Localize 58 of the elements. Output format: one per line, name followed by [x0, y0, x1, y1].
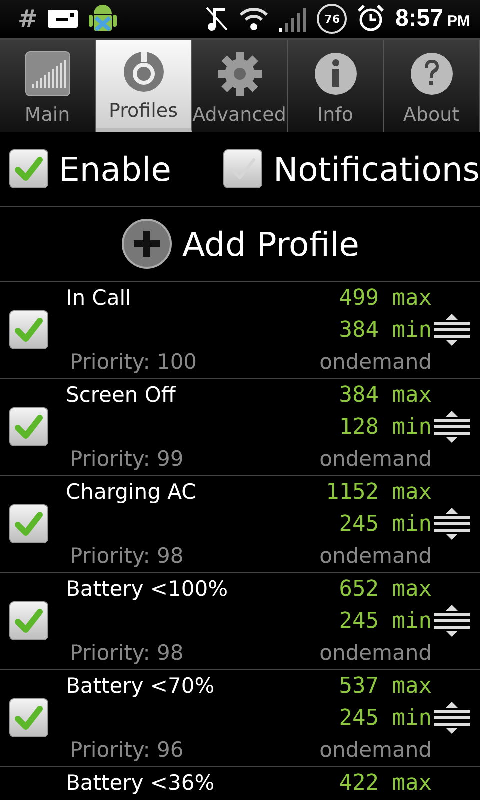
- checkbox[interactable]: [9, 149, 49, 189]
- max-frequency: 499 max: [338, 286, 432, 310]
- clock: 8:57 PM: [395, 5, 470, 33]
- tab[interactable]: Info: [288, 40, 384, 132]
- battery-icon: 76: [317, 4, 348, 34]
- signal-icon: [279, 6, 308, 32]
- tab[interactable]: Profiles: [96, 40, 192, 132]
- checkbox[interactable]: [9, 407, 49, 447]
- max-frequency: 422 max: [339, 770, 432, 796]
- keyboard-icon: [48, 10, 78, 28]
- plus-icon: [120, 218, 172, 270]
- max-frequency: 384 max: [338, 382, 432, 408]
- drag-handle-icon[interactable]: [434, 702, 470, 734]
- checkbox[interactable]: [223, 149, 264, 189]
- drag-handle-icon[interactable]: [434, 605, 470, 637]
- min-frequency: 384 min: [338, 318, 432, 342]
- checkbox[interactable]: [9, 698, 49, 738]
- profile-priority: Priority: 98: [69, 544, 185, 568]
- min-frequency: 245 min: [338, 608, 432, 634]
- checkbox-label: Notifications: [273, 150, 480, 188]
- profile-priority: Priority: 99: [69, 447, 185, 471]
- max-frequency: 537 max: [338, 674, 432, 698]
- max-frequency: 1152 max: [325, 480, 432, 504]
- governor: ondemand: [320, 641, 432, 665]
- music-muted-icon: [205, 6, 230, 32]
- governor: ondemand: [320, 544, 432, 568]
- profile-priority: Priority: 98: [69, 641, 185, 665]
- add-profile-button[interactable]: Add Profile: [120, 218, 360, 270]
- gear-icon: [216, 50, 264, 98]
- profile-name: Battery <100%: [66, 577, 230, 601]
- checkbox-label: Enable: [59, 150, 172, 188]
- profile-priority: Priority: 96: [69, 738, 185, 762]
- profile-name: Screen Off: [66, 383, 178, 407]
- min-frequency: 245 min: [338, 512, 432, 536]
- profile-name: Battery <36%: [66, 771, 216, 795]
- min-frequency: 128 min: [338, 414, 432, 440]
- status-symbol: #: [18, 5, 38, 33]
- governor: ondemand: [320, 350, 432, 374]
- drag-handle-icon[interactable]: [434, 411, 470, 443]
- wifi-icon: [239, 6, 270, 32]
- alarm-icon: [357, 5, 386, 33]
- profile-name: Battery <70%: [66, 674, 216, 698]
- max-frequency: 652 max: [338, 576, 432, 602]
- governor: ondemand: [320, 738, 432, 762]
- chart-icon: [24, 50, 72, 98]
- profile-priority: Priority: 100: [69, 350, 198, 374]
- min-frequency: 245 min: [338, 706, 432, 730]
- governor: ondemand: [320, 447, 432, 471]
- checkbox[interactable]: [9, 504, 49, 544]
- drag-handle-icon[interactable]: [434, 508, 470, 540]
- tab[interactable]: Advanced: [192, 40, 288, 132]
- checkbox[interactable]: [9, 601, 49, 641]
- drag-handle-icon[interactable]: [434, 314, 470, 346]
- checkbox[interactable]: [9, 310, 49, 350]
- profile-name: In Call: [66, 286, 132, 310]
- profile-name: Charging AC: [66, 480, 198, 504]
- tab[interactable]: Main: [0, 40, 96, 132]
- tab[interactable]: About: [384, 40, 480, 132]
